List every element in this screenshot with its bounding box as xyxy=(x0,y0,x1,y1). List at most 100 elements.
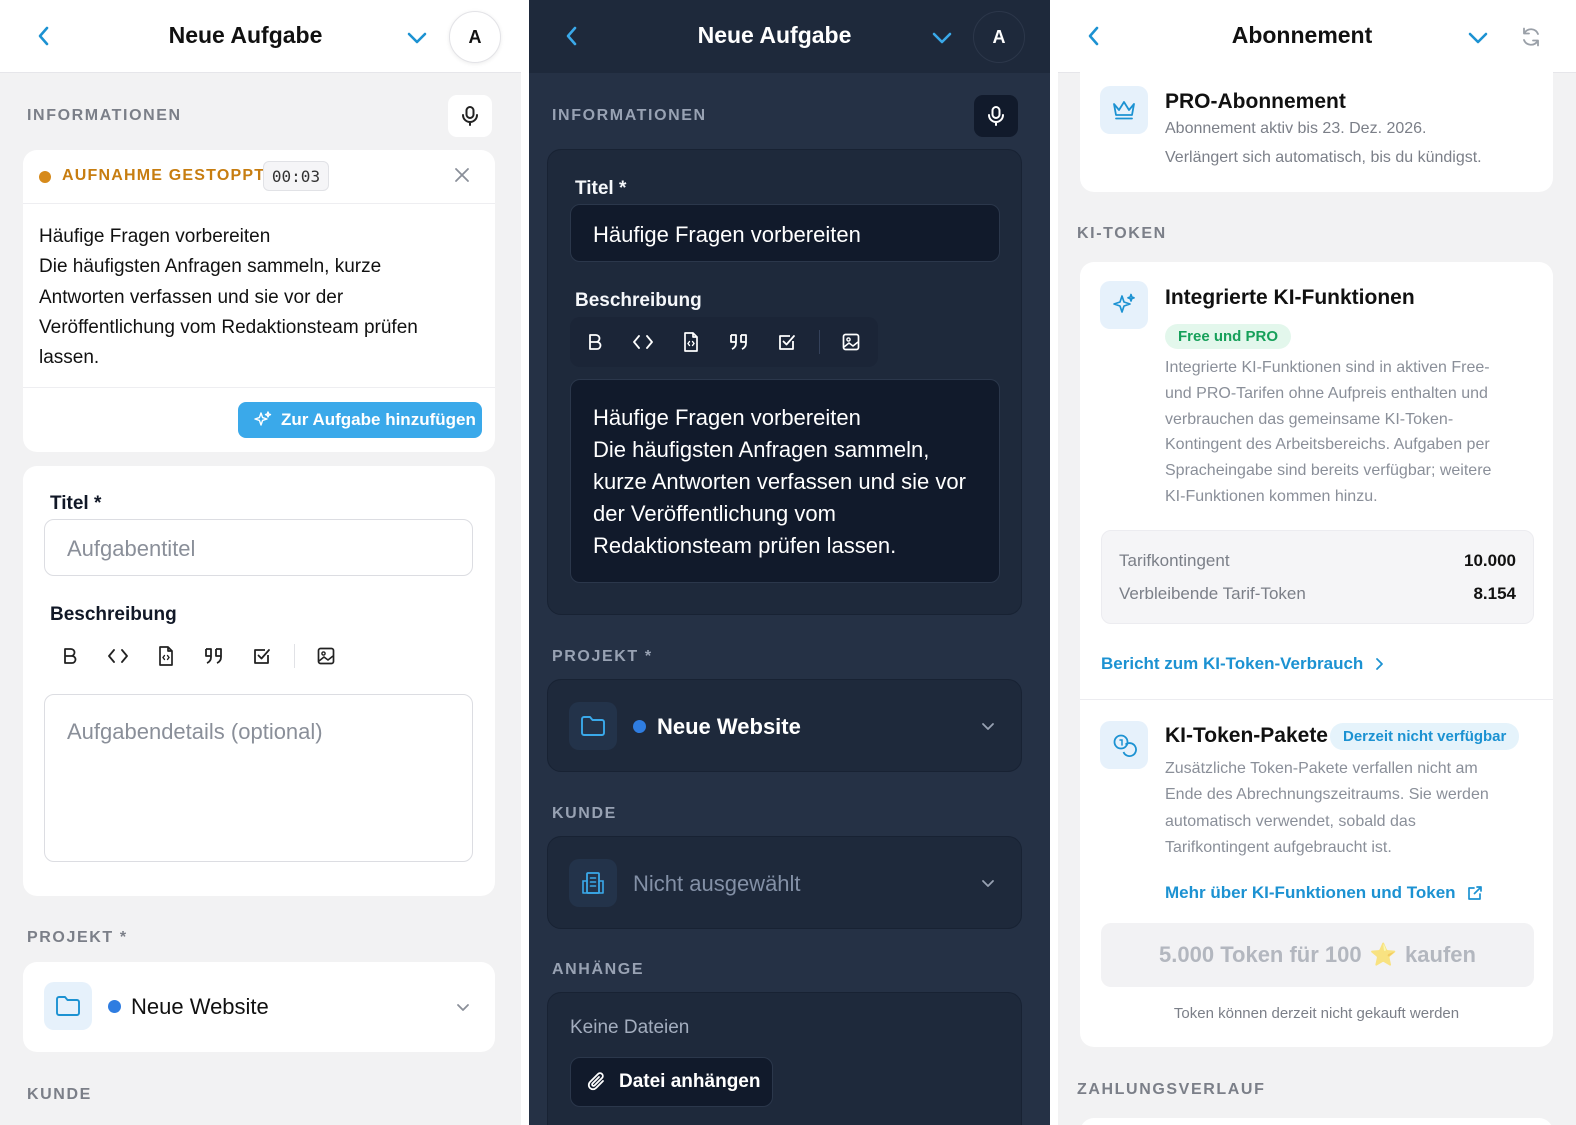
no-files-text: Keine Dateien xyxy=(570,1017,690,1038)
remaining-value: 8.154 xyxy=(1473,584,1516,603)
title-input[interactable]: Häufige Fragen vorbereiten xyxy=(570,204,1000,262)
image-icon[interactable] xyxy=(835,326,867,358)
title-label: Titel * xyxy=(50,493,102,514)
attachments-card: Keine Dateien Datei anhängen xyxy=(547,992,1022,1125)
description-line: Häufige Fragen vorbereiten xyxy=(593,405,861,430)
panel-subscription: Abonnement PRO-Abonnement Abonnement akt… xyxy=(1058,0,1576,1125)
title-value: Häufige Fragen vorbereiten xyxy=(593,222,861,247)
bold-icon[interactable] xyxy=(579,326,611,358)
divider xyxy=(23,387,495,388)
transcript-line: lassen. xyxy=(39,347,100,369)
transcript-line: Veröffentlichung vom Redaktionsteam prüf… xyxy=(39,316,418,338)
attach-file-button[interactable]: Datei anhängen xyxy=(570,1057,773,1107)
panel-separator xyxy=(1050,0,1058,1125)
checkbox-icon[interactable] xyxy=(771,326,803,358)
close-icon[interactable] xyxy=(454,167,470,183)
chevron-down-icon[interactable] xyxy=(1466,26,1490,50)
ai-description-line: KI-Funktionen kommen hinzu. xyxy=(1165,487,1378,505)
avatar[interactable]: A xyxy=(449,11,501,63)
quote-icon[interactable] xyxy=(198,640,230,672)
quota-value: 10.000 xyxy=(1464,551,1516,570)
quota-label: Tarifkontingent xyxy=(1119,551,1230,570)
code-file-icon[interactable] xyxy=(675,326,707,358)
description-line: kurze Antworten verfassen und sie vor xyxy=(593,469,966,494)
project-select[interactable]: Neue Website xyxy=(23,962,495,1052)
code-file-icon[interactable] xyxy=(150,640,182,672)
format-toolbar xyxy=(570,317,878,367)
bold-icon[interactable] xyxy=(54,640,86,672)
checkbox-icon[interactable] xyxy=(246,640,278,672)
learn-more-link[interactable]: Mehr über KI-Funktionen und Token xyxy=(1165,883,1484,903)
pro-subscription-card: PRO-Abonnement Abonnement aktiv bis 23. … xyxy=(1080,60,1553,192)
code-icon[interactable] xyxy=(627,326,659,358)
star-icon: ⭐ xyxy=(1369,942,1398,967)
section-label-info: INFORMATIONEN xyxy=(552,107,707,124)
header: Neue Aufgabe A xyxy=(0,0,521,73)
description-line: Redaktionsteam prüfen lassen. xyxy=(593,533,897,558)
header: Neue Aufgabe A xyxy=(529,0,1050,73)
panel-new-task-light: Neue Aufgabe A INFORMATIONEN AUFNAHME GE… xyxy=(0,0,521,1125)
section-label-attachments: ANHÄNGE xyxy=(552,961,645,978)
description-text: Häufige Fragen vorbereiten Die häufigste… xyxy=(593,402,966,562)
sparkle-icon xyxy=(1100,281,1148,329)
project-name: Neue Website xyxy=(657,714,801,739)
usage-report-label: Bericht zum KI-Token-Verbrauch xyxy=(1101,654,1364,673)
avatar[interactable]: A xyxy=(973,11,1025,63)
toolbar-divider xyxy=(819,330,820,354)
section-label-customer: KUNDE xyxy=(27,1086,92,1103)
ai-description-line: Integrierte KI-Funktionen sind in aktive… xyxy=(1165,359,1490,376)
add-to-task-label: Zur Aufgabe hinzufügen xyxy=(281,410,476,429)
description-textarea[interactable]: Häufige Fragen vorbereiten Die häufigste… xyxy=(570,379,1000,583)
packs-description-line: Ende des Abrechnungszeitraums. Sie werde… xyxy=(1165,786,1489,804)
title-input[interactable]: Aufgabentitel xyxy=(44,519,473,576)
chevron-down-icon[interactable] xyxy=(405,26,429,50)
customer-select[interactable]: Nicht ausgewählt xyxy=(547,836,1022,929)
microphone-button[interactable] xyxy=(974,95,1018,137)
refresh-icon[interactable] xyxy=(1520,26,1542,48)
title-label: Titel * xyxy=(575,178,627,199)
code-icon[interactable] xyxy=(102,640,134,672)
chevron-down-icon[interactable] xyxy=(930,26,954,50)
add-to-task-button[interactable]: Zur Aufgabe hinzufügen xyxy=(238,402,482,438)
buy-tokens-button[interactable]: 5.000 Token für 100 ⭐ kaufen xyxy=(1101,923,1534,987)
folder-icon xyxy=(44,982,92,1030)
page-title: Neue Aufgabe xyxy=(168,22,323,48)
ai-description-line: Kontingent des Arbeitsbereichs. Aufgaben… xyxy=(1165,436,1490,454)
quote-icon[interactable] xyxy=(723,326,755,358)
coins-icon xyxy=(1100,721,1148,769)
packs-description: Zusätzliche Token-Pakete verfallen nicht… xyxy=(1165,756,1535,862)
pro-title: PRO-Abonnement xyxy=(1165,90,1346,113)
section-label-project: PROJEKT * xyxy=(27,929,128,946)
chevron-down-icon xyxy=(980,875,996,891)
description-line: Die häufigsten Anfragen sammeln, xyxy=(593,437,930,462)
description-line: der Veröffentlichung vom xyxy=(593,501,836,526)
recording-status: AUFNAHME GESTOPPT xyxy=(62,167,266,184)
section-label-project: PROJEKT * xyxy=(552,648,653,665)
building-icon xyxy=(569,859,617,907)
description-textarea[interactable]: Aufgabendetails (optional) xyxy=(44,694,473,862)
attach-file-label: Datei anhängen xyxy=(619,1071,761,1092)
section-label-payments: ZAHLUNGSVERLAUF xyxy=(1077,1081,1266,1098)
remaining-label: Verbleibende Tarif-Token xyxy=(1119,584,1306,603)
ai-title: Integrierte KI-Funktionen xyxy=(1165,286,1415,309)
token-quota-box: Tarifkontingent 10.000 Verbleibende Tari… xyxy=(1101,530,1534,624)
microphone-icon xyxy=(988,106,1004,126)
microphone-button[interactable] xyxy=(448,95,492,137)
page-title: Neue Aufgabe xyxy=(697,22,852,48)
description-placeholder: Aufgabendetails (optional) xyxy=(67,719,323,744)
sparkle-icon xyxy=(254,411,272,426)
task-form-card: Titel * Häufige Fragen vorbereiten Besch… xyxy=(547,149,1022,615)
pro-active-until: Abonnement aktiv bis 23. Dez. 2026. xyxy=(1165,120,1427,137)
usage-report-link[interactable]: Bericht zum KI-Token-Verbrauch xyxy=(1101,654,1385,674)
recording-dot xyxy=(39,171,51,183)
image-icon[interactable] xyxy=(310,640,342,672)
unavailable-badge: Derzeit nicht verfügbar xyxy=(1330,723,1520,750)
packs-description-line: Zusätzliche Token-Pakete verfallen nicht… xyxy=(1165,760,1478,777)
payments-card xyxy=(1080,1118,1553,1125)
section-label-tokens: KI-TOKEN xyxy=(1077,225,1167,242)
project-select[interactable]: Neue Website xyxy=(547,679,1022,772)
divider xyxy=(1080,699,1553,700)
project-color-dot xyxy=(633,720,646,733)
description-label: Beschreibung xyxy=(50,604,177,625)
external-link-icon xyxy=(1467,886,1482,900)
